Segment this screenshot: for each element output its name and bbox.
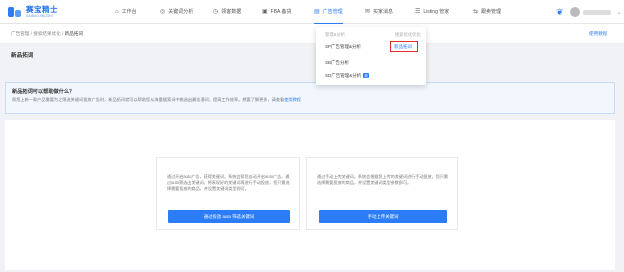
home-icon: ⌂: [115, 8, 119, 15]
new-badge: 新: [363, 73, 370, 79]
user-name-redacted: [582, 9, 611, 15]
dropdown-column-head: 搜索优化优化: [395, 32, 421, 37]
nav-item-label: 跟卖管理: [481, 9, 502, 15]
nav-item-customer-data[interactable]: ◷ 领客数据: [213, 0, 241, 23]
ad-icon: ▤: [314, 9, 320, 15]
info-description: 帮您上新一款产品需要为之筛选关键词投放广告时，新品拓词就可以帮助您从海量搜索词中…: [12, 97, 301, 102]
nav-item-label: 领客数据: [221, 9, 242, 15]
nav-item-follow-sell[interactable]: ⇆ 跟卖管理: [473, 0, 501, 23]
dropdown-column-head: 管理&分析: [325, 32, 346, 37]
bird-icon: ❦: [556, 6, 564, 17]
info-panel: 新品拓词可以帮助做什么？ 帮您上新一款产品需要为之筛选关键词投放广告时，新品拓词…: [5, 82, 615, 114]
breadcrumb-bar: 广告管理 / 搜索结果优化 / 新品拓词 使用教程: [0, 24, 624, 44]
upload-keywords-button[interactable]: 手动上传关键词: [319, 210, 447, 223]
nav-item-label: 关键词分析: [168, 9, 194, 15]
breadcrumb: 广告管理 / 搜索结果优化 / 新品拓词: [11, 31, 84, 36]
nav-item-ad-management[interactable]: ▤ 广告管理: [314, 0, 343, 24]
breadcrumb-current: 新品拓词: [64, 31, 84, 36]
auto-keyword-button[interactable]: 通过投放 auto 筛选关键词: [168, 210, 290, 223]
user-menu[interactable]: ❦ ⌄: [556, 6, 622, 18]
top-navbar: 赛宝精士 SAIBAOJINGSHI ⌂ 工作台 ◎ 关键词分析 ◷ 领客数据 …: [0, 0, 624, 24]
breadcrumb-item[interactable]: 广告管理: [11, 31, 29, 36]
nav-item-label: 买家消息: [373, 9, 394, 15]
clock-icon: ◷: [213, 9, 219, 15]
brand-tagline: SAIBAOJINGSHI: [26, 13, 53, 18]
menu-item-sd-ads[interactable]: SD广告管理&分析新: [325, 73, 370, 79]
manual-keyword-description: 通过手动上传关键词，系统会根据您上传的关键词进行手动投放，您只需选择需要投放的商…: [317, 174, 448, 186]
nav-item-label: FBA 备货: [270, 9, 292, 15]
box-icon: ▣: [262, 9, 268, 15]
breadcrumb-item[interactable]: 搜索结果优化: [33, 31, 61, 36]
list-icon: ☰: [415, 9, 421, 15]
page-title: 新品拓词: [11, 53, 34, 59]
auto-keyword-card: 通过开启auto广告，获得关键词。系统会帮您自动开启auto广告，通过auto筛…: [156, 157, 300, 230]
manual-keyword-card: 通过手动上传关键词，系统会根据您上传的关键词进行手动投放，您只需选择需要投放的商…: [306, 157, 458, 230]
mail-icon: ✉: [365, 9, 371, 15]
nav-item-listing[interactable]: ☰ Listing 管家: [415, 0, 449, 23]
menu-item-sp-ads[interactable]: SP广告管理&分析: [325, 44, 361, 50]
link-icon: ⇆: [473, 9, 479, 15]
nav-item-label: 工作台: [121, 9, 137, 15]
help-tutorial-link[interactable]: 使用教程: [589, 31, 607, 37]
nav-item-label: Listing 管家: [423, 9, 450, 15]
target-icon: ◎: [160, 9, 166, 15]
chevron-down-icon: ⌄: [616, 9, 622, 16]
brand-name: 赛宝精士: [26, 5, 58, 14]
nav-item-keyword-analysis[interactable]: ◎ 关键词分析: [160, 0, 193, 23]
nav-item-label: 广告管理: [322, 9, 343, 15]
menu-item-sb-ads[interactable]: SB广告分析: [325, 60, 349, 66]
nav-item-workbench[interactable]: ⌂ 工作台: [115, 0, 137, 23]
ad-management-dropdown: 管理&分析 搜索优化优化 SP广告管理&分析 SB广告分析 SD广告管理&分析新…: [316, 27, 426, 85]
nav-item-buyer-messages[interactable]: ✉ 买家消息: [365, 0, 393, 23]
auto-keyword-description: 通过开启auto广告，获得关键词。系统会帮您自动开启auto广告，通过auto筛…: [167, 174, 290, 192]
nav-item-fba[interactable]: ▣ FBA 备货: [262, 0, 292, 23]
tutorial-link[interactable]: 使用教程: [284, 97, 301, 102]
logo-icon: [8, 6, 22, 18]
avatar: [569, 7, 580, 17]
menu-item-new-product-keywords[interactable]: 新品拓词: [394, 44, 412, 50]
info-title: 新品拓词可以帮助做什么？: [12, 89, 75, 95]
brand-logo[interactable]: 赛宝精士 SAIBAOJINGSHI: [8, 4, 58, 20]
